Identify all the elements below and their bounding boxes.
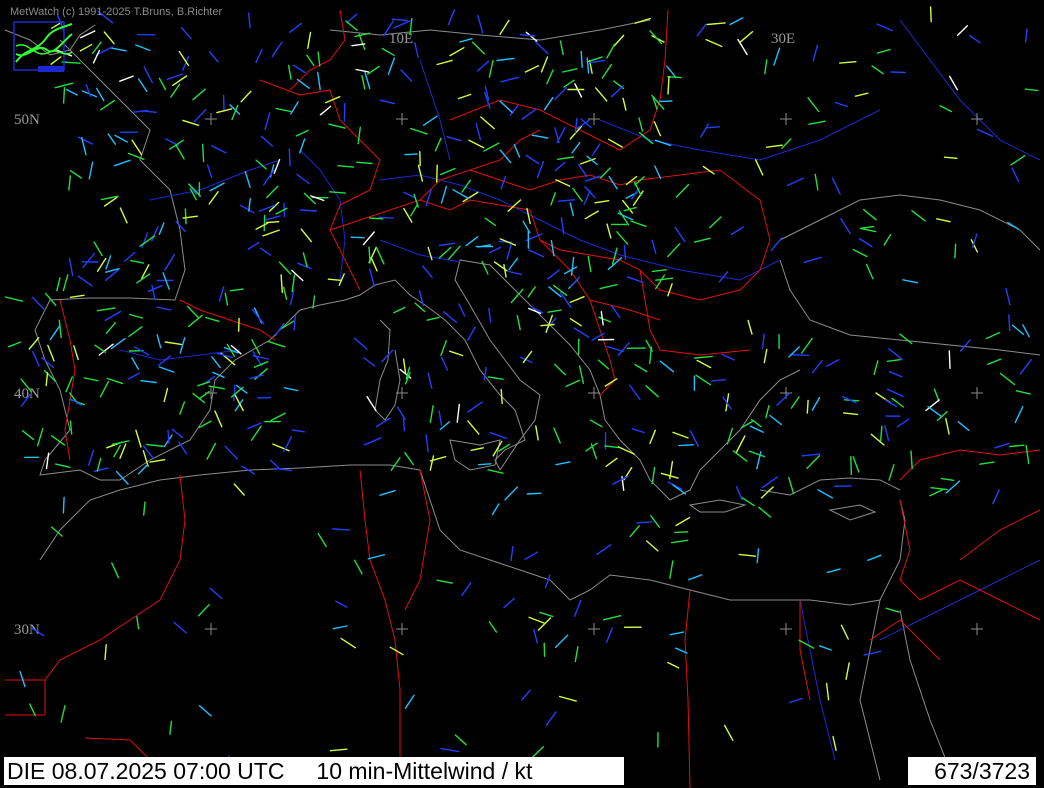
grid-label-50n: 50N [14, 112, 40, 128]
datetime-label: DIE 08.07.2025 07:00 UTC [7, 758, 285, 784]
grid-label-30e: 30E [771, 31, 795, 47]
weather-map[interactable]: 10E 30E 50N 40N 30N [0, 0, 1044, 788]
status-bar-left: DIE 08.07.2025 07:00 UTC 10 min-Mittelwi… [4, 757, 624, 785]
station-count: 673/3723 [908, 757, 1036, 785]
parameter-label: 10 min-Mittelwind / kt [316, 758, 533, 784]
credit-text: MetWatch (c) 1991-2025 T.Bruns, B.Richte… [10, 6, 223, 18]
